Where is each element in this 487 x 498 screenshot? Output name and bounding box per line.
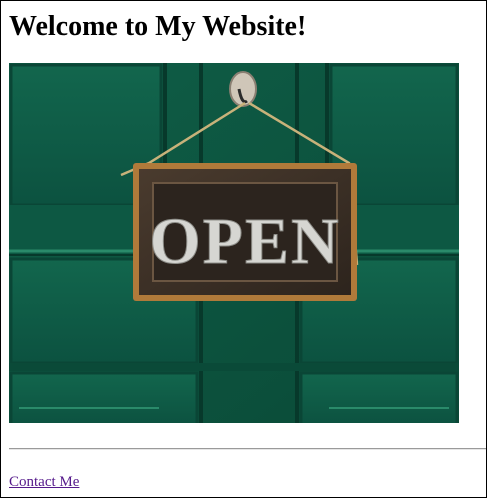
contact-me-link[interactable]: Contact Me xyxy=(9,473,79,491)
browser-viewport: Welcome to My Website! OPEN Contact Me xyxy=(0,0,487,498)
sign-text: OPEN xyxy=(149,205,340,278)
door-panel xyxy=(299,371,459,423)
door-rail xyxy=(9,363,459,371)
page-title: Welcome to My Website! xyxy=(9,11,307,42)
open-sign-photo: OPEN xyxy=(9,63,459,423)
open-sign: OPEN xyxy=(133,163,357,301)
hero-image: OPEN xyxy=(9,63,459,423)
door-panel xyxy=(9,371,199,423)
horizontal-rule xyxy=(9,448,486,450)
